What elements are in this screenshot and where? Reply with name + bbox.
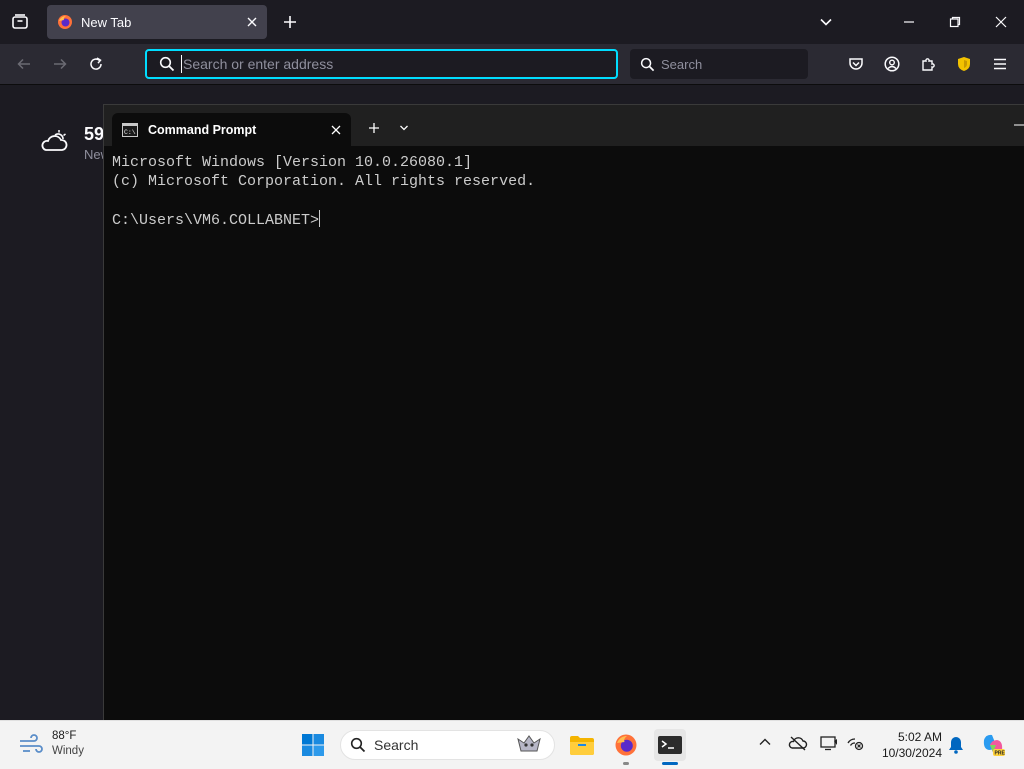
taskbar-weather-condition: Windy [52,745,84,757]
notifications-button[interactable] [948,736,964,759]
close-icon [247,17,257,27]
search-icon [159,56,175,72]
chevron-down-icon [400,125,408,131]
terminal-new-tab-button[interactable] [364,118,384,138]
command-prompt-icon: C:\ [122,122,138,137]
weather-temperature: 59 [84,124,105,144]
tab-title: New Tab [81,14,132,30]
extensions-button[interactable] [916,52,940,76]
terminal-line: Microsoft Windows [Version 10.0.26080.1] [112,154,473,171]
bell-icon [949,737,963,754]
back-button[interactable] [12,52,36,76]
wind-icon [20,734,43,753]
close-window-button[interactable] [988,10,1014,34]
terminal-tab-command-prompt[interactable]: C:\ Command Prompt [112,113,351,146]
svg-text:C:\: C:\ [124,129,136,136]
taskbar-clock[interactable]: 5:02 AM 10/30/2024 [876,729,942,761]
monitor-icon [820,736,837,751]
terminal-profiles-dropdown-button[interactable] [394,118,414,138]
address-input[interactable] [181,55,616,73]
shield-icon [958,57,970,71]
close-terminal-tab-button[interactable] [331,125,341,135]
search-input[interactable] [659,55,793,73]
taskbar: 88°F Windy Search 5:02 AM 10/30/2024 PRE [0,720,1024,769]
pocket-button[interactable] [844,52,868,76]
restore-window-button[interactable] [942,10,968,34]
taskbar-weather-widget[interactable]: 88°F Windy [18,729,84,759]
browser-navigation-toolbar [0,44,1024,85]
active-indicator [662,762,678,765]
firefox-icon [58,15,72,29]
account-button[interactable] [880,52,904,76]
chevron-up-icon [759,738,771,745]
display-icon-button[interactable] [820,735,838,756]
arrow-right-icon [54,58,67,70]
taskbar-search-label: Search [374,737,419,753]
adblock-extension-button[interactable] [952,52,976,76]
search-icon [640,57,655,72]
terminal-line: (c) Microsoft Corporation. All rights re… [112,173,536,190]
network-icon-button[interactable] [846,735,864,756]
terminal-output[interactable]: Microsoft Windows [Version 10.0.26080.1]… [112,153,535,230]
reload-button[interactable] [84,52,108,76]
terminal-titlebar[interactable]: C:\ Command Prompt [104,105,1024,146]
copilot-icon: PRE [983,734,1006,757]
pocket-icon [849,58,863,70]
close-icon [331,125,341,134]
clock-date: 10/30/2024 [881,746,942,760]
address-bar[interactable] [145,49,618,79]
clock-time: 5:02 AM [897,730,942,744]
onedrive-status-icon-button[interactable] [788,735,808,756]
close-tab-button[interactable] [247,17,257,27]
cloud-offline-icon [788,736,808,751]
minimize-window-button[interactable] [896,10,922,34]
network-disconnected-icon [847,738,864,751]
svg-text:PRE: PRE [995,751,1006,757]
tab-new-tab[interactable]: New Tab [47,5,267,39]
restore-icon [949,16,961,28]
folder-icon [570,736,594,755]
terminal-tab-title: Command Prompt [148,122,257,137]
taskbar-file-explorer[interactable] [566,729,598,761]
puzzle-icon [922,58,935,71]
close-icon [995,16,1007,28]
chevron-down-icon [820,18,832,26]
firefox-icon [615,734,637,756]
search-highlight-icon [517,735,541,752]
text-cursor [319,210,321,227]
partly-cloudy-icon [41,130,68,151]
running-indicator [623,762,629,765]
new-tab-button[interactable] [278,10,302,34]
taskbar-weather-temp: 88°F [52,730,77,742]
firefox-view-button[interactable] [8,10,32,34]
account-icon [884,56,900,72]
start-button[interactable] [297,729,329,761]
reload-icon [90,57,102,70]
copilot-button[interactable]: PRE [980,732,1006,763]
windows-logo-icon [302,734,324,756]
list-all-tabs-button[interactable] [814,10,838,34]
plus-icon [284,16,296,28]
taskbar-terminal[interactable] [654,729,686,765]
taskbar-firefox[interactable] [610,729,642,765]
terminal-icon [658,736,682,754]
terminal-prompt: C:\Users\VM6.COLLABNET> [112,212,320,229]
taskbar-search-box[interactable]: Search [340,730,555,760]
terminal-window[interactable]: C:\ Command Prompt Microsoft Windows [Ve… [103,104,1024,721]
firefox-view-icon [12,14,28,29]
search-icon [350,737,366,753]
minimize-icon [904,21,914,23]
plus-icon [369,123,379,133]
minimize-icon [1013,124,1024,126]
show-hidden-icons-button[interactable] [758,735,772,754]
search-bar[interactable] [630,49,808,79]
arrow-left-icon [17,58,30,70]
app-menu-button[interactable] [988,52,1012,76]
forward-button[interactable] [48,52,72,76]
browser-tab-strip: New Tab [0,0,1024,44]
hamburger-menu-icon [994,58,1006,70]
terminal-minimize-button[interactable] [1010,115,1024,135]
